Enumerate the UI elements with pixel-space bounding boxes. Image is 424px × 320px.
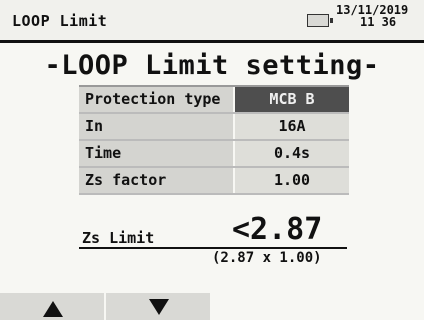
- time-readout: 11 36: [360, 15, 397, 29]
- setting-row-time[interactable]: Time 0.4s: [79, 141, 349, 168]
- softkey-3-button[interactable]: [212, 293, 318, 320]
- title-bar: LOOP Limit 13/11/2019 11 36: [0, 0, 424, 43]
- zs-limit-label: Zs Limit: [82, 229, 155, 247]
- setting-label: Time: [79, 141, 235, 166]
- arrow-down-icon: [149, 299, 169, 315]
- softkey-4-button[interactable]: [318, 293, 424, 320]
- zs-limit-value: <2.87: [232, 212, 323, 247]
- setting-row-protection-type[interactable]: Protection type MCB B: [79, 87, 349, 114]
- page-title: -LOOP Limit setting-: [44, 50, 380, 81]
- settings-table: Protection type MCB B In 16A Time 0.4s Z…: [79, 85, 349, 195]
- zs-limit-formula: (2.87 x 1.00): [212, 250, 322, 266]
- setting-row-in[interactable]: In 16A: [79, 114, 349, 141]
- setting-label: In: [79, 114, 235, 139]
- arrow-up-icon: [43, 301, 63, 317]
- setting-row-zs-factor[interactable]: Zs factor 1.00: [79, 168, 349, 195]
- softkey-bar: [0, 293, 424, 320]
- device-screen: LOOP Limit 13/11/2019 11 36 -LOOP Limit …: [0, 0, 424, 320]
- battery-icon: [307, 14, 333, 27]
- softkey-down-button[interactable]: [106, 293, 212, 320]
- setting-label: Protection type: [79, 87, 235, 112]
- protection-type-value[interactable]: MCB B: [235, 87, 349, 112]
- time-value[interactable]: 0.4s: [235, 141, 349, 166]
- divider: [79, 247, 347, 249]
- softkey-up-button[interactable]: [0, 293, 106, 320]
- zs-factor-value[interactable]: 1.00: [235, 168, 349, 193]
- in-value[interactable]: 16A: [235, 114, 349, 139]
- setting-label: Zs factor: [79, 168, 235, 193]
- window-title: LOOP Limit: [12, 12, 108, 30]
